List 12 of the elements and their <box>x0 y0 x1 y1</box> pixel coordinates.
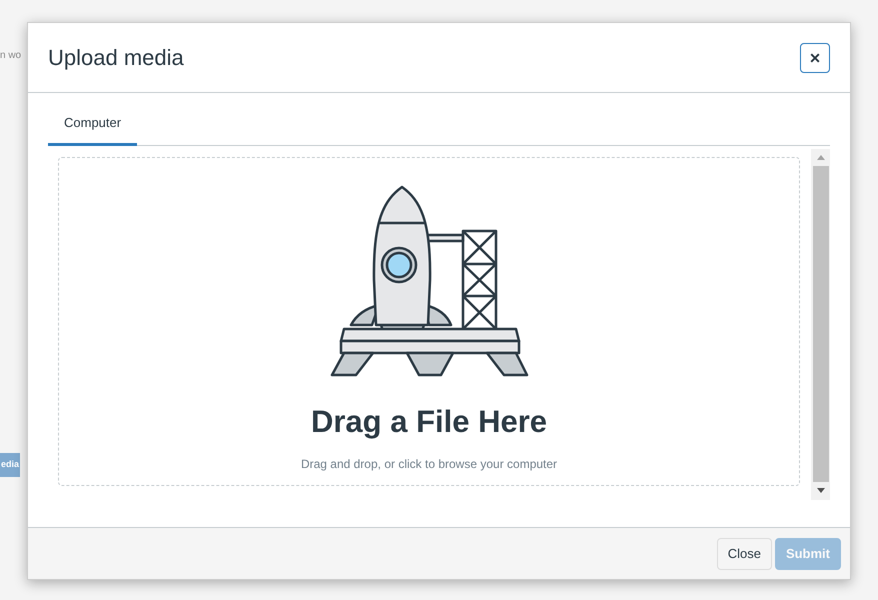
tab[interactable]: Computer <box>48 113 138 146</box>
dropzone-heading: Drag a File Here <box>310 402 548 441</box>
cancel-button[interactable]: Close <box>716 538 772 570</box>
scroll-up-icon[interactable] <box>816 154 824 160</box>
scroll-down-icon[interactable] <box>816 488 824 492</box>
scrollbar[interactable] <box>811 148 830 500</box>
close-button[interactable]: × <box>800 42 830 72</box>
background-text: n wo <box>0 49 22 63</box>
dropzone[interactable]: Drag a File Here Drag and drop, or click to browse your computer <box>58 156 800 486</box>
dialog-title: Upload media <box>48 44 184 72</box>
scrollbar-thumb[interactable] <box>812 166 828 482</box>
dropzone-hint: Drag and drop, or click to browse your computer <box>300 456 558 473</box>
